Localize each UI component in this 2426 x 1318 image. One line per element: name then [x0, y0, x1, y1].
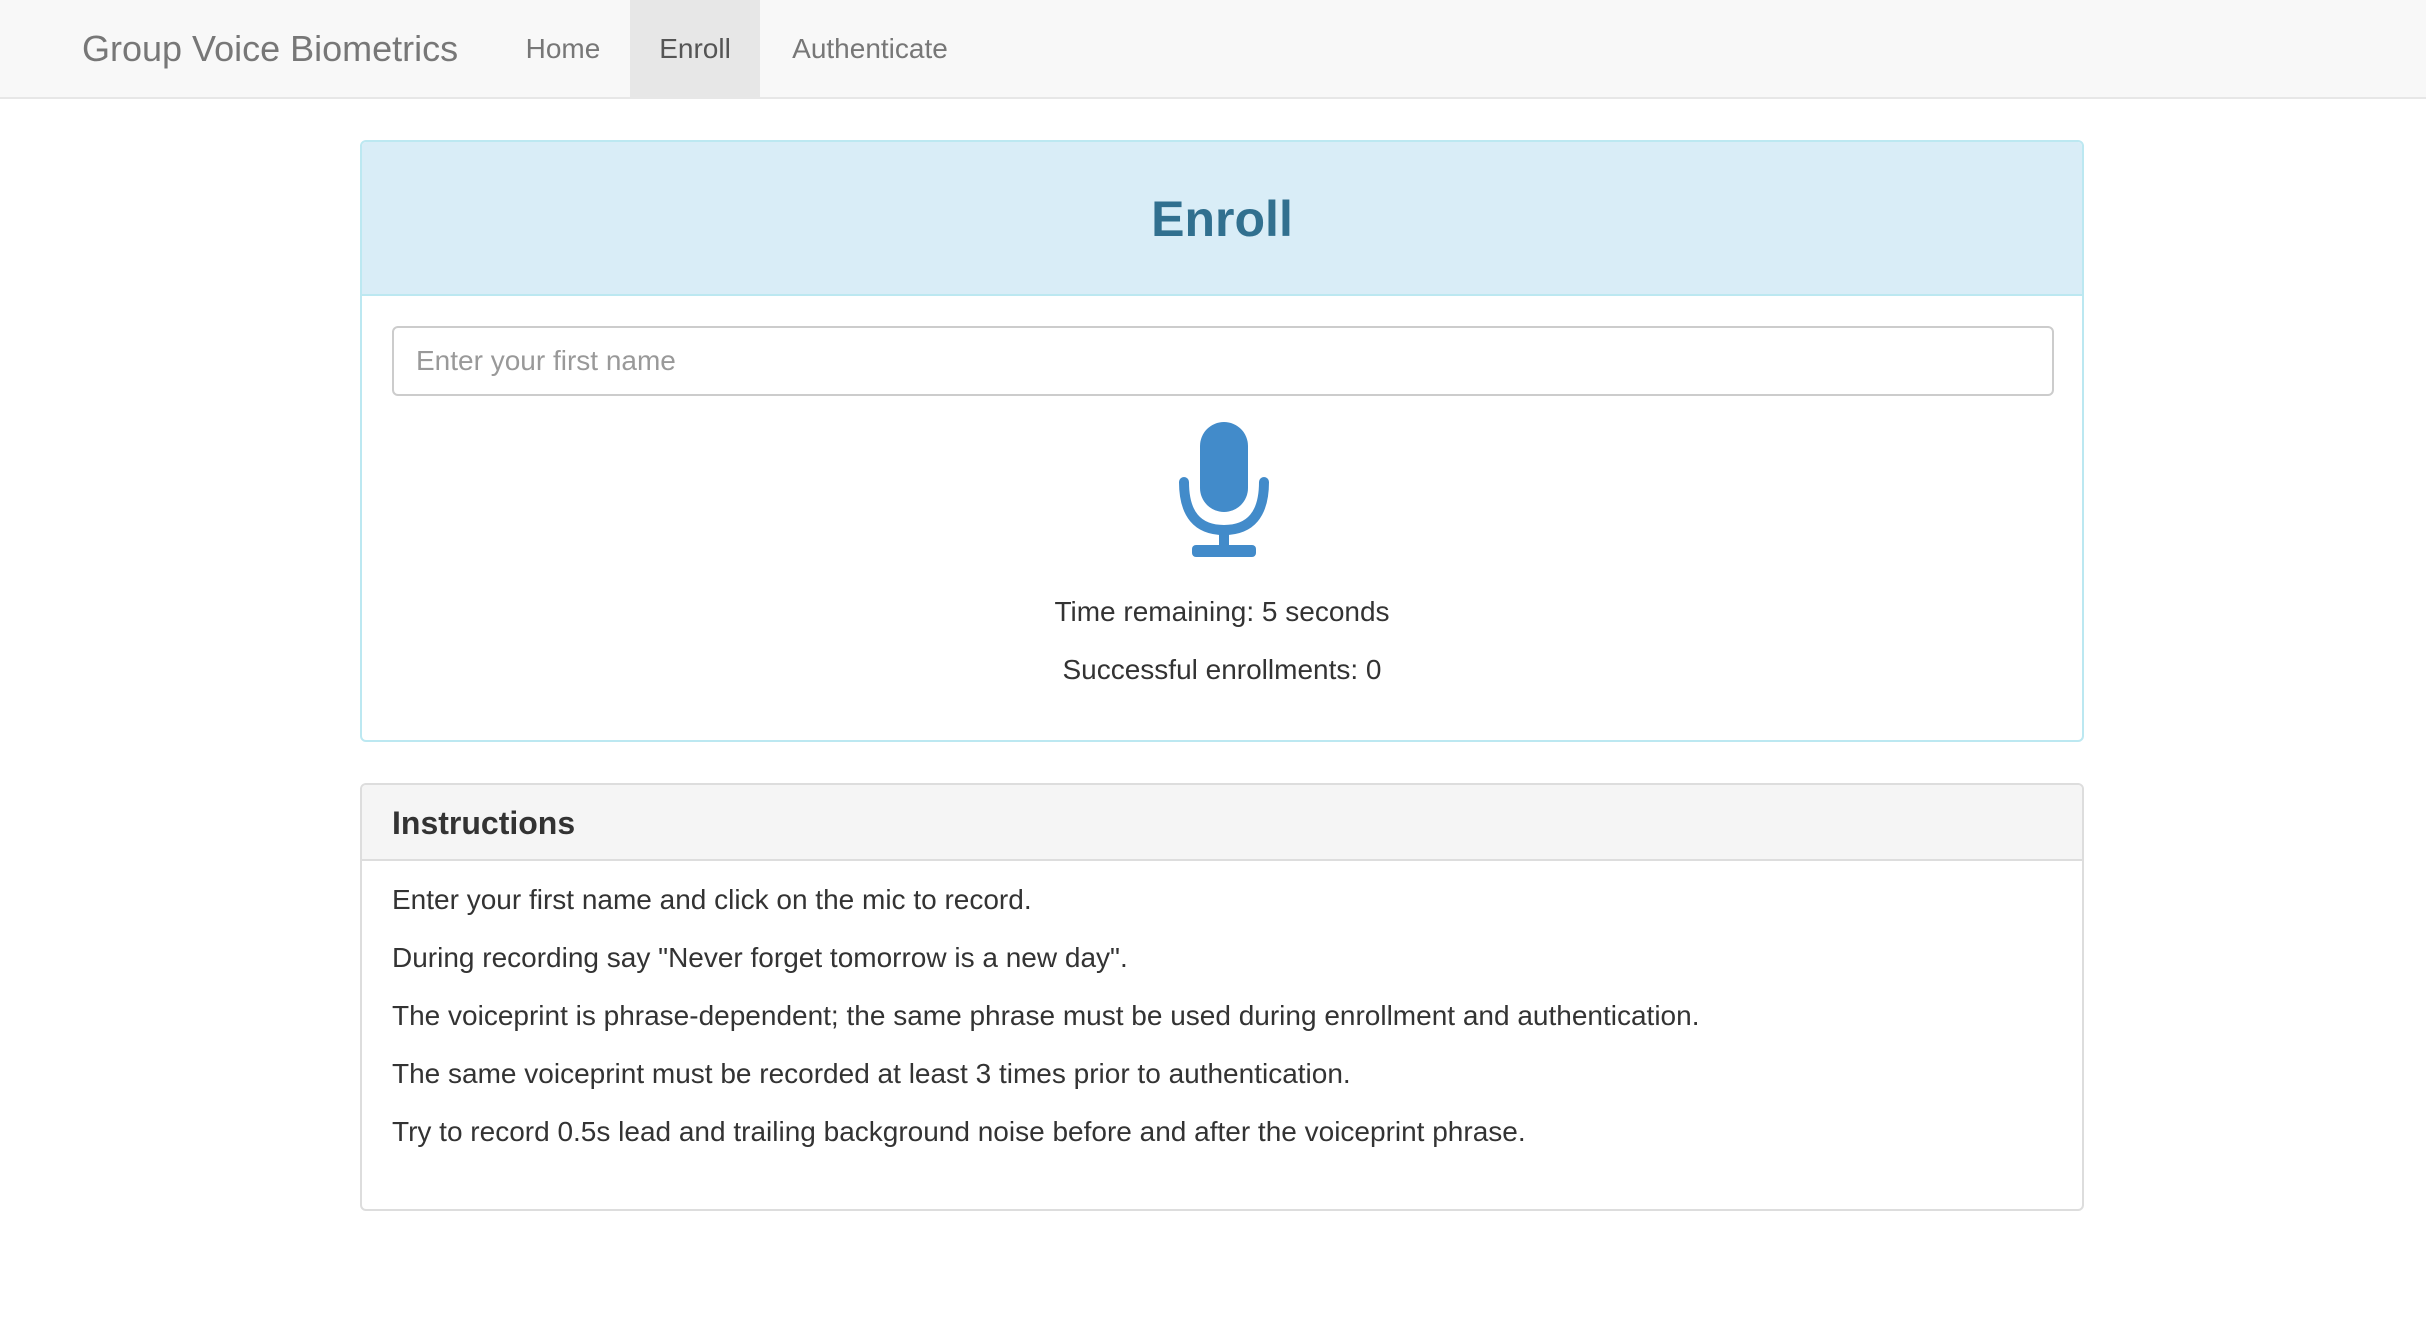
instructions-list: Enter your first name and click on the m…: [362, 861, 2082, 1161]
instruction-line: Enter your first name and click on the m…: [392, 884, 1032, 915]
instruction-line: Try to record 0.5s lead and trailing bac…: [392, 1116, 1526, 1147]
successful-enrollments: Successful enrollments: 0: [1062, 654, 1382, 685]
enroll-panel: Enroll Time remaining: 5 seconds Success…: [360, 140, 2084, 742]
instructions-panel: Instructions Enter your first name and c…: [360, 783, 2084, 1211]
brand-link[interactable]: Group Voice Biometrics: [82, 0, 458, 97]
instruction-line: During recording say "Never forget tomor…: [392, 942, 1128, 973]
nav-enroll[interactable]: Enroll: [630, 0, 760, 97]
time-remaining: Time remaining: 5 seconds: [1054, 596, 1390, 627]
enroll-title: Enroll: [1151, 191, 1293, 247]
nav-authenticate[interactable]: Authenticate: [760, 0, 980, 97]
instruction-line: The voiceprint is phrase-dependent; the …: [392, 1000, 1700, 1031]
instructions-title: Instructions: [392, 805, 576, 841]
first-name-input[interactable]: [392, 326, 2054, 396]
microphone-icon[interactable]: [1174, 422, 1274, 557]
navbar: Group Voice Biometrics Home Enroll Authe…: [0, 0, 2426, 99]
enroll-panel-heading: Enroll: [362, 142, 2082, 296]
instructions-heading: Instructions: [362, 785, 2082, 861]
nav-home[interactable]: Home: [502, 0, 624, 97]
instruction-line: The same voiceprint must be recorded at …: [392, 1058, 1351, 1089]
